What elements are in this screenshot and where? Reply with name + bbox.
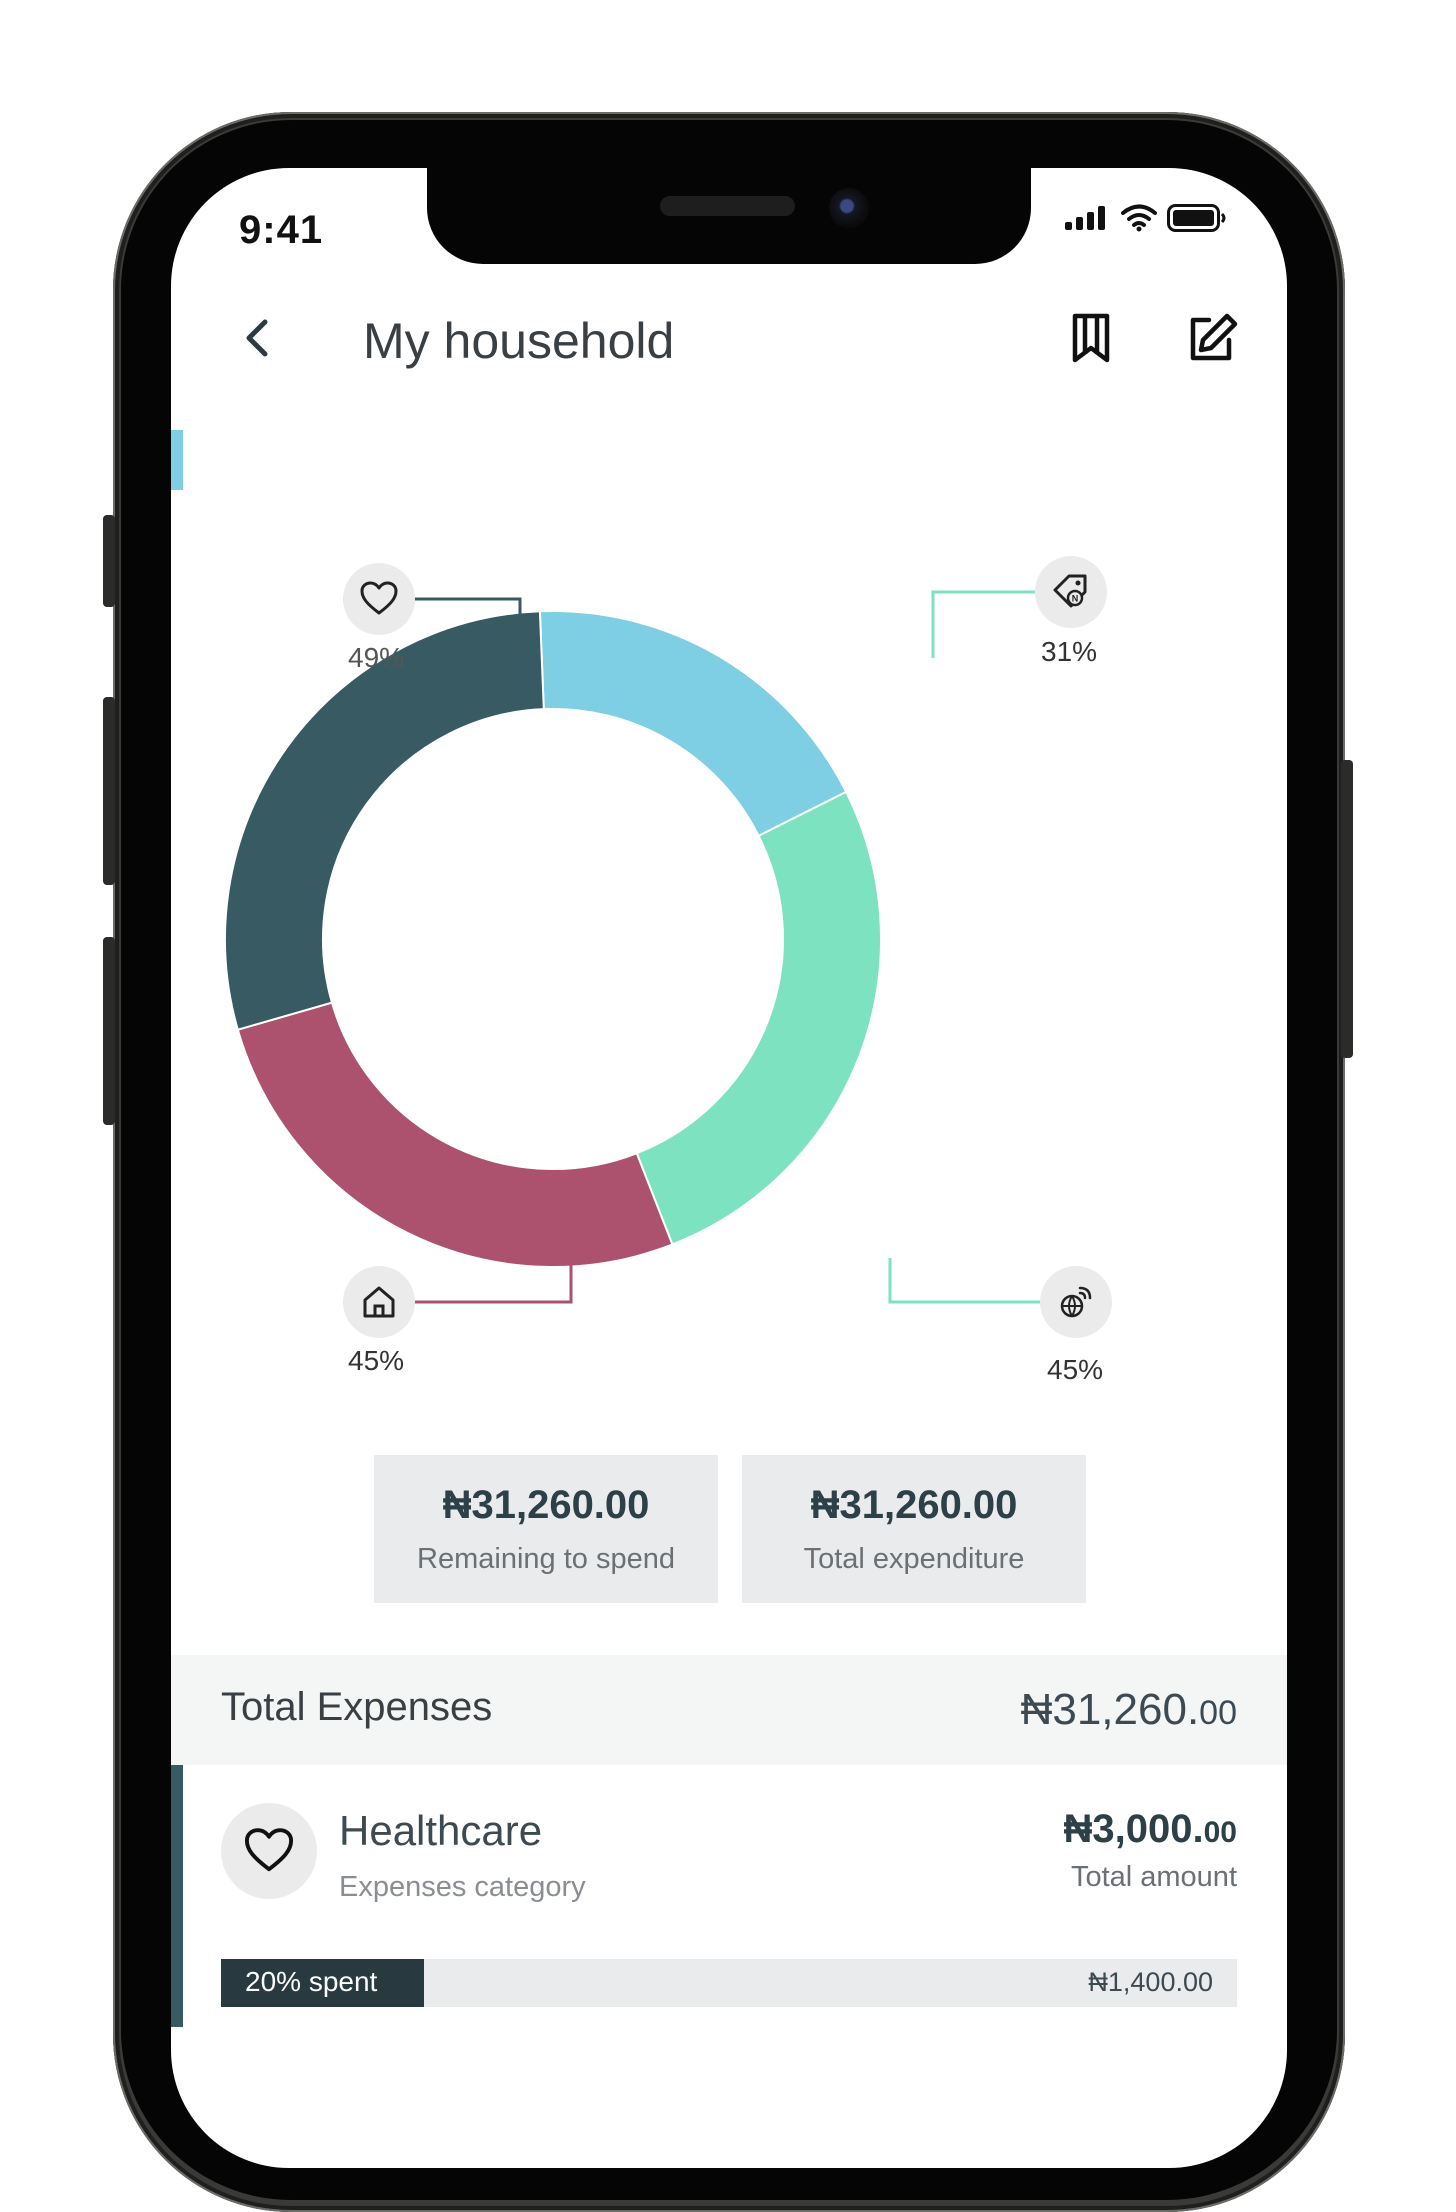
remaining-amount: ₦31,260.00 (442, 1483, 650, 1527)
total-expenses-header: Total Expenses ₦31,260.00 (171, 1655, 1287, 1765)
item-subtitle: Expenses category (339, 1871, 586, 1903)
expense-item-healthcare[interactable]: Healthcare Expenses category ₦3,000.00 T… (171, 1765, 1287, 2027)
shopping-pct: 31% (1041, 636, 1098, 667)
mute-switch (103, 515, 115, 607)
item-amount-label: Total amount (1070, 1861, 1237, 1893)
healthcare-bubble[interactable] (343, 563, 415, 635)
remaining-label: Remaining to spend (417, 1543, 675, 1575)
heart-icon (244, 1828, 294, 1872)
spend-progress-amount: ₦1,400.00 (1088, 1967, 1213, 1997)
app-screen: 9:41 My household 49% N 31% 45% 45% ₦31,… (171, 168, 1287, 2168)
donut-segment-internet[interactable] (635, 790, 882, 1246)
next-item-accent-bar (171, 430, 183, 490)
shopping-bubble[interactable]: N (1035, 556, 1107, 628)
leader-line-shopping (931, 590, 1035, 658)
spend-progress-label: 20% spent (245, 1966, 378, 1997)
volume-up-button (103, 697, 115, 885)
heart-icon (360, 581, 398, 615)
expense-donut-chart: 49% N 31% 45% 45% (171, 168, 1287, 1468)
item-name: Healthcare (339, 1807, 543, 1854)
item-amount-decimal: 00 (1203, 1816, 1237, 1849)
svg-text:N: N (1072, 594, 1079, 604)
item-accent-bar (171, 1765, 183, 2027)
volume-down-button (103, 937, 115, 1125)
expenditure-card: ₦31,260.00 Total expenditure (742, 1455, 1086, 1603)
remaining-card: ₦31,260.00 Remaining to spend (374, 1455, 718, 1603)
power-button (1341, 760, 1353, 1058)
healthcare-pct: 49% (348, 642, 405, 673)
donut-segment-housing[interactable] (236, 1001, 674, 1268)
total-main: ₦31,260. (1020, 1685, 1200, 1734)
price-tag-icon: N (1053, 574, 1087, 608)
spend-progress-bar: 20% spent ₦1,400.00 (221, 1959, 1237, 2007)
housing-pct: 45% (348, 1345, 405, 1376)
expenditure-amount: ₦31,260.00 (810, 1483, 1018, 1527)
housing-bubble[interactable] (343, 1266, 415, 1338)
home-icon (363, 1286, 395, 1318)
internet-pct: 45% (1047, 1354, 1104, 1385)
internet-bubble[interactable] (1040, 1266, 1112, 1338)
leader-line-internet (888, 1258, 1040, 1304)
total-expenses-title: Total Expenses (221, 1685, 493, 1729)
expenditure-label: Total expenditure (803, 1543, 1025, 1575)
item-amount: ₦3,000.00 (1064, 1807, 1237, 1852)
donut-svg (224, 590, 1040, 1304)
total-decimal: 00 (1199, 1694, 1237, 1732)
donut-segment-shopping[interactable] (538, 610, 848, 838)
total-expenses-amount: ₦31,260.00 (1021, 1685, 1237, 1735)
item-icon-wrap (221, 1803, 317, 1899)
donut-segment-healthcare[interactable] (224, 610, 545, 1031)
globe-signal-icon (1060, 1286, 1092, 1318)
item-amount-main: ₦3,000. (1063, 1807, 1204, 1851)
